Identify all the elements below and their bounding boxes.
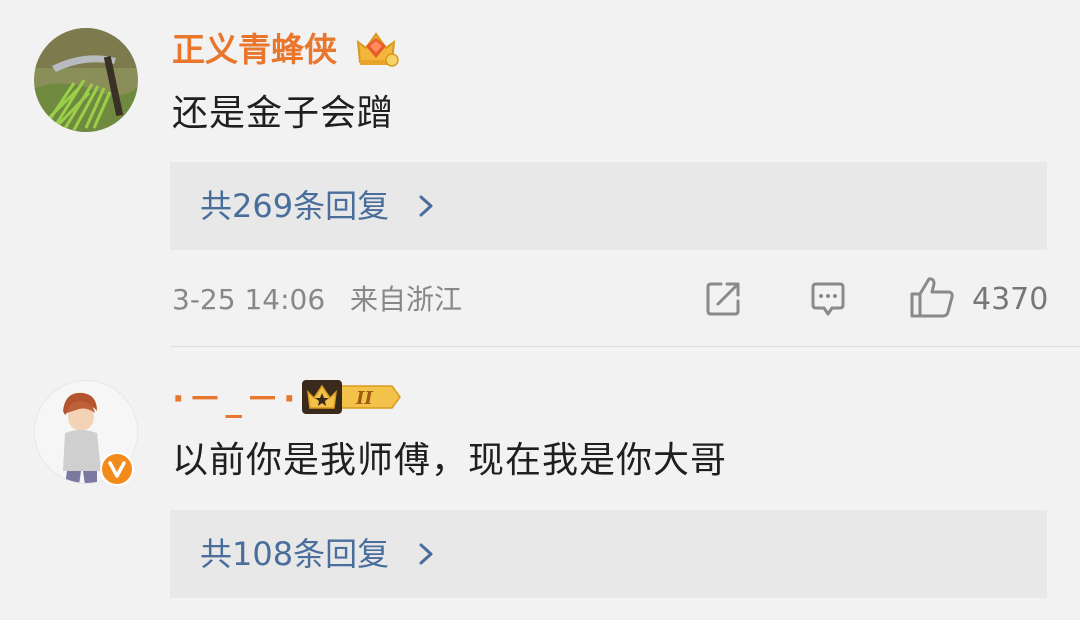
crown-level-II-icon: II <box>302 380 401 414</box>
sickle-grass-avatar-image <box>34 28 138 132</box>
comment-text: 还是金子会蹭 <box>172 93 395 134</box>
thumbs-up-icon[interactable] <box>908 275 956 319</box>
replies-count-label: 共269条回复 <box>200 187 390 225</box>
diamond-crown-icon <box>356 32 399 67</box>
comment-item: 正义青蜂侠 还是金子会蹭 共269条回复 3-25 14:06 来自浙江 437… <box>0 0 1080 347</box>
verified-v-icon <box>100 452 134 486</box>
comment-meta: 3-25 14:06 来自浙江 <box>172 280 478 320</box>
user-avatar[interactable] <box>34 28 138 132</box>
username[interactable]: 正义青蜂侠 <box>172 30 337 70</box>
view-replies-button[interactable]: 共108条回复 <box>170 510 1047 598</box>
comment-icon[interactable] <box>808 279 848 319</box>
comment-text: 以前你是我师傅，现在我是你大哥 <box>172 440 728 481</box>
badge-level-text: II <box>355 388 373 409</box>
replies-count-label: 共108条回复 <box>200 535 390 573</box>
like-count: 4370 <box>972 282 1049 317</box>
chevron-right-icon <box>419 195 433 217</box>
comment-location: 来自浙江 <box>350 283 463 316</box>
view-replies-button[interactable]: 共269条回复 <box>170 162 1047 250</box>
username[interactable]: ·－_－· <box>172 379 300 419</box>
share-icon[interactable] <box>703 279 743 319</box>
comment-date: 3-25 14:06 <box>172 283 326 316</box>
chevron-right-icon <box>419 543 433 565</box>
comment-item: ·－_－· II 以前你是我师傅，现在我是你大哥 共108条回复 <box>0 347 1080 620</box>
